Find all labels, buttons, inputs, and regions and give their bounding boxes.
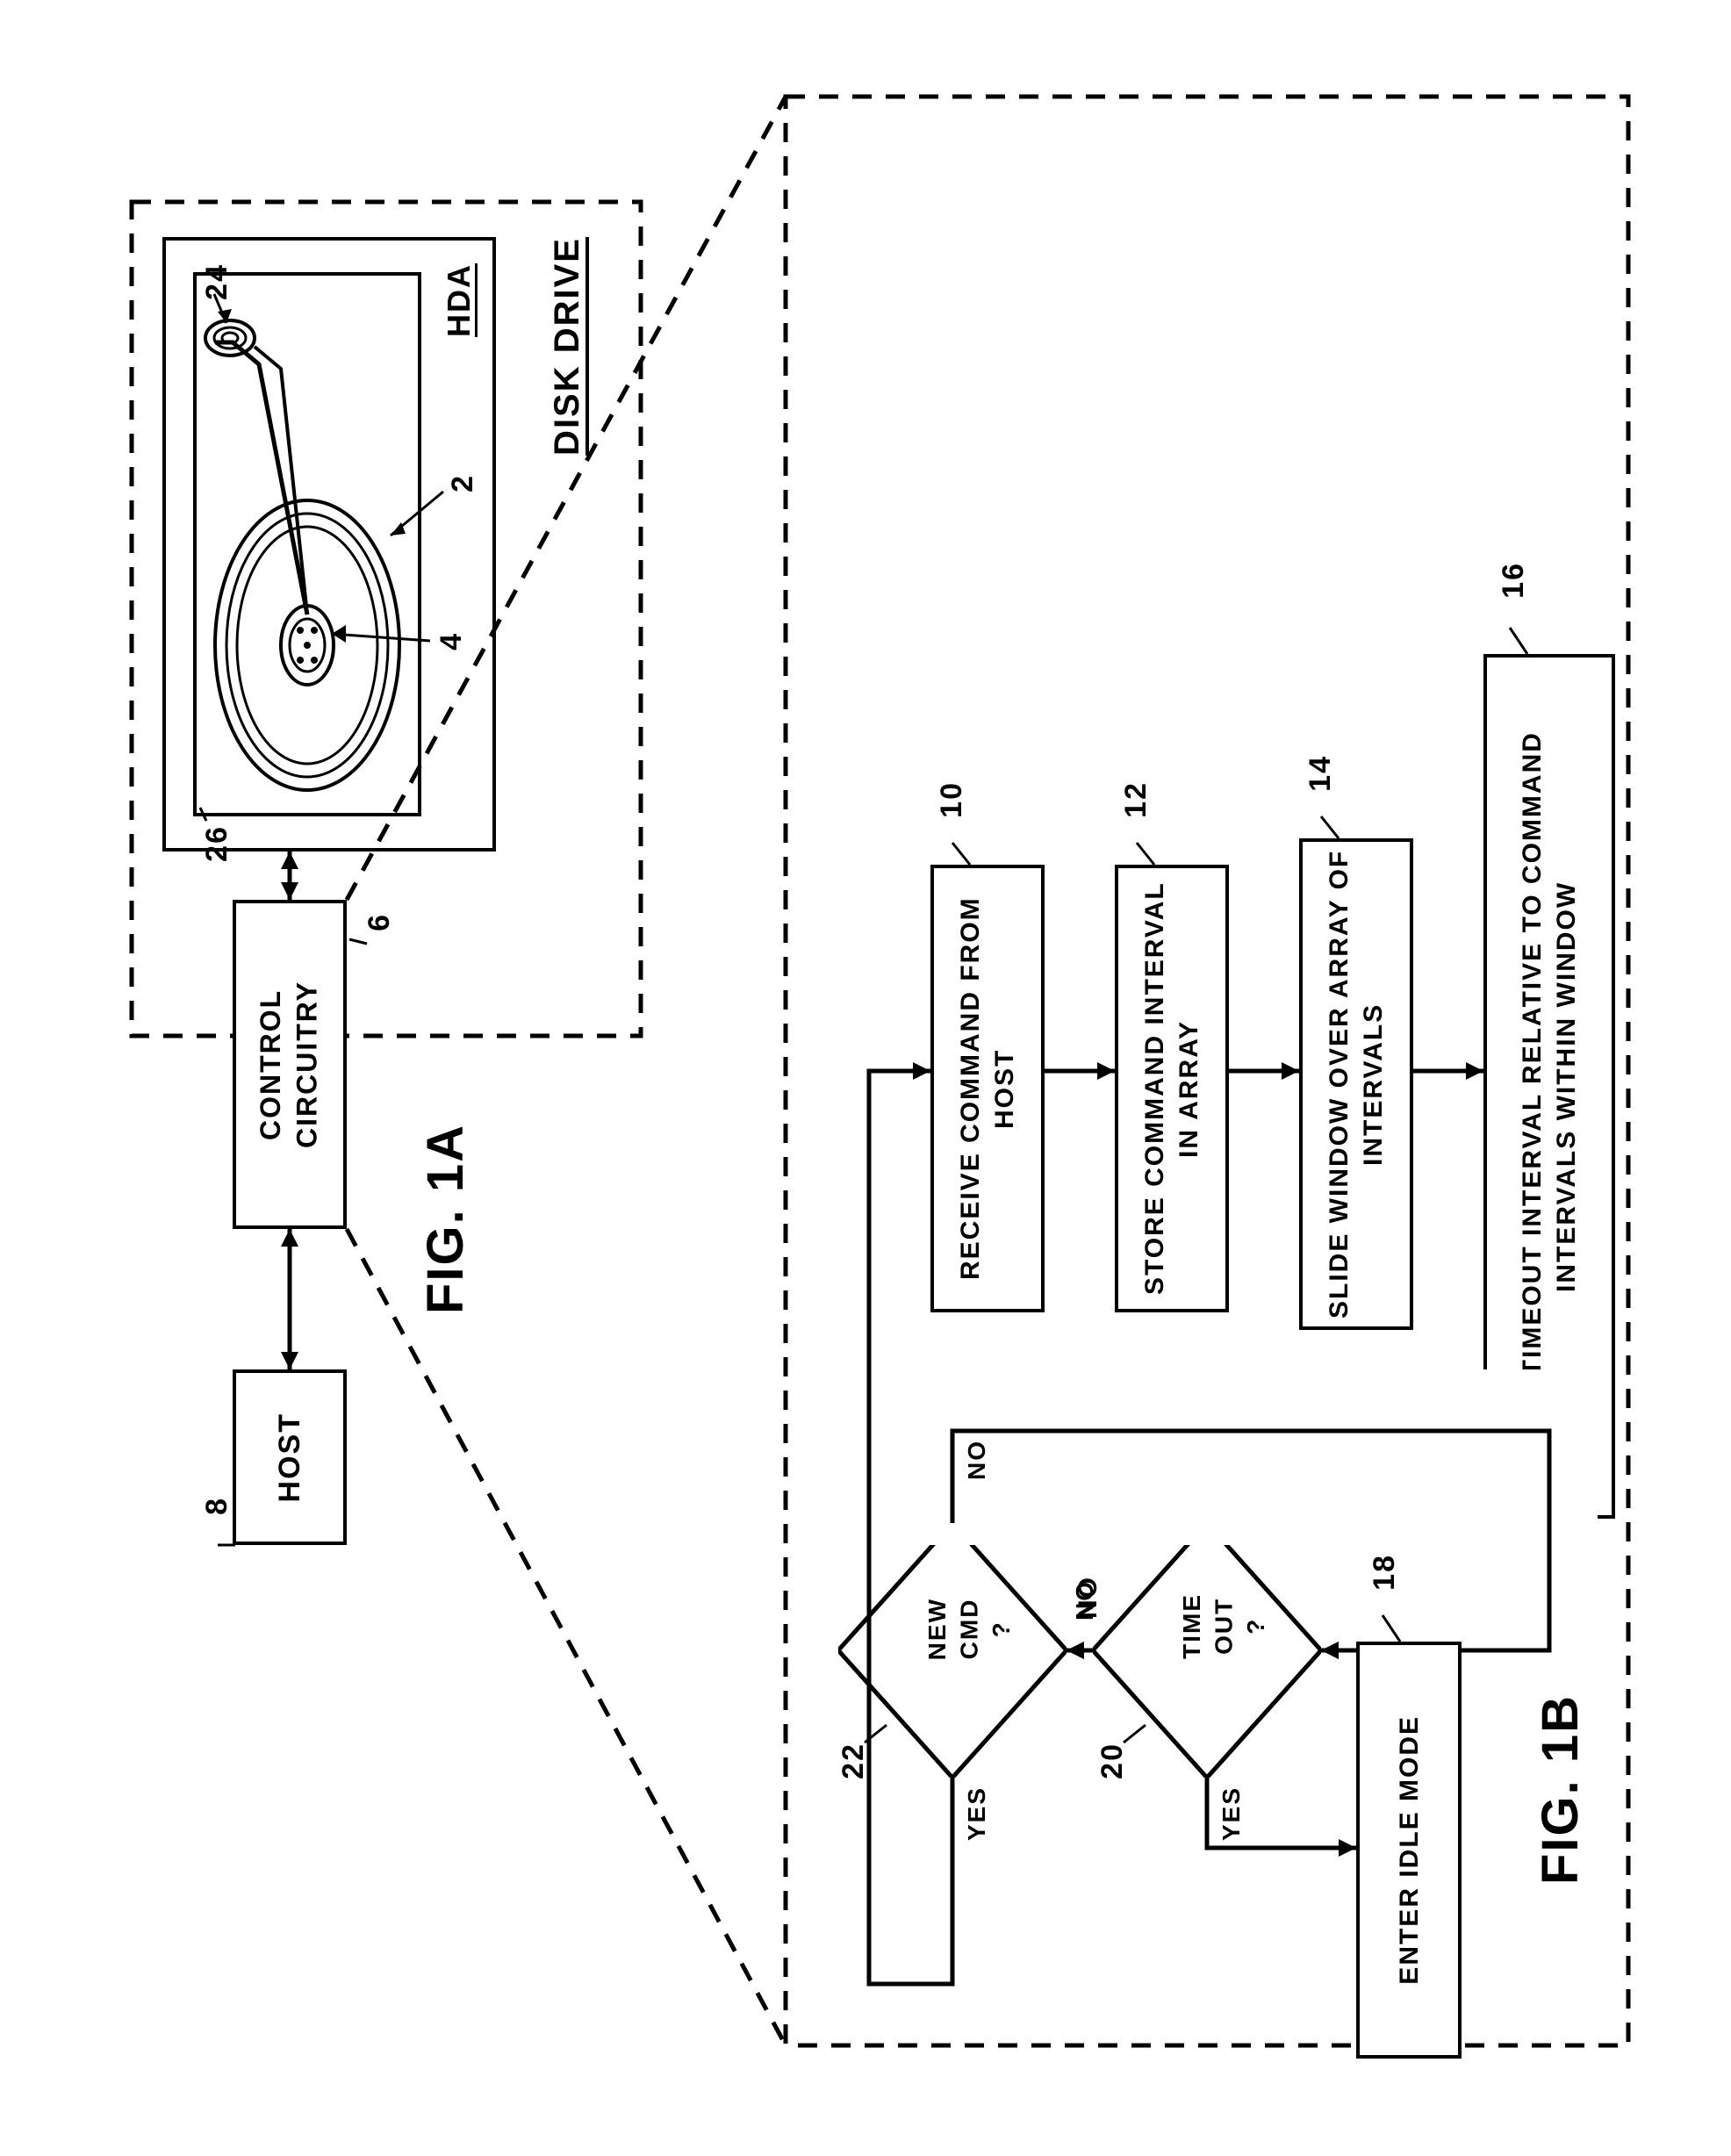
ref-22: 22	[834, 1743, 873, 1779]
ref-6: 6	[360, 913, 399, 931]
step-18-label: ENTER IDLE MODE	[1392, 1715, 1426, 1985]
step-18-box: ENTER IDLE MODE	[1356, 1642, 1462, 2059]
decision-20-label: TIME OUT ?	[1176, 1593, 1272, 1659]
ref-10: 10	[932, 781, 971, 818]
host-label: HOST	[270, 1412, 309, 1502]
disk-drive-title: DISK DRIVE	[544, 237, 590, 456]
hda-lineart-frame	[193, 272, 421, 816]
step-16-box: SET TIMEOUT INTERVAL RELATIVE TO COMMAND…	[1483, 654, 1615, 1519]
step-12-box: STORE COMMAND INTERVAL IN ARRAY	[1115, 865, 1229, 1312]
fig-1a-caption: FIG. 1A	[413, 1124, 478, 1314]
ref-24: 24	[198, 263, 236, 300]
ref-12: 12	[1117, 781, 1155, 818]
ref-4: 4	[432, 632, 470, 650]
control-circuitry-label: CONTROL CIRCUITRY	[253, 903, 326, 1225]
step-10-label: RECEIVE COMMAND FROM HOST	[953, 868, 1022, 1309]
control-circuitry-box: CONTROL CIRCUITRY	[233, 900, 347, 1229]
host-box: HOST	[233, 1369, 347, 1545]
hda-title: HDA	[439, 263, 480, 337]
ref-8: 8	[198, 1497, 236, 1515]
ref-18: 18	[1365, 1554, 1404, 1591]
ref-16: 16	[1494, 562, 1533, 599]
ref-26: 26	[198, 825, 236, 862]
fig-1b-caption: FIG. 1B	[1527, 1694, 1593, 1885]
dec20-yes-final: YES	[1216, 1786, 1247, 1841]
step-12-label: STORE COMMAND INTERVAL IN ARRAY	[1138, 868, 1206, 1309]
step-14-box: SLIDE WINDOW OVER ARRAY OF INTERVALS	[1299, 838, 1413, 1330]
ref-2: 2	[443, 474, 482, 492]
ref-20: 20	[1093, 1743, 1131, 1779]
dec22-yes-final: YES	[961, 1786, 993, 1841]
decision-22-label: NEW CMD ?	[922, 1598, 1017, 1660]
step-10-box: RECEIVE COMMAND FROM HOST	[930, 865, 1045, 1312]
step-16-label: SET TIMEOUT INTERVAL RELATIVE TO COMMAND…	[1515, 658, 1584, 1515]
step-14-label: SLIDE WINDOW OVER ARRAY OF INTERVALS	[1322, 842, 1390, 1326]
dec20-no-final: NO	[1069, 1580, 1101, 1621]
ref-14: 14	[1301, 755, 1340, 792]
